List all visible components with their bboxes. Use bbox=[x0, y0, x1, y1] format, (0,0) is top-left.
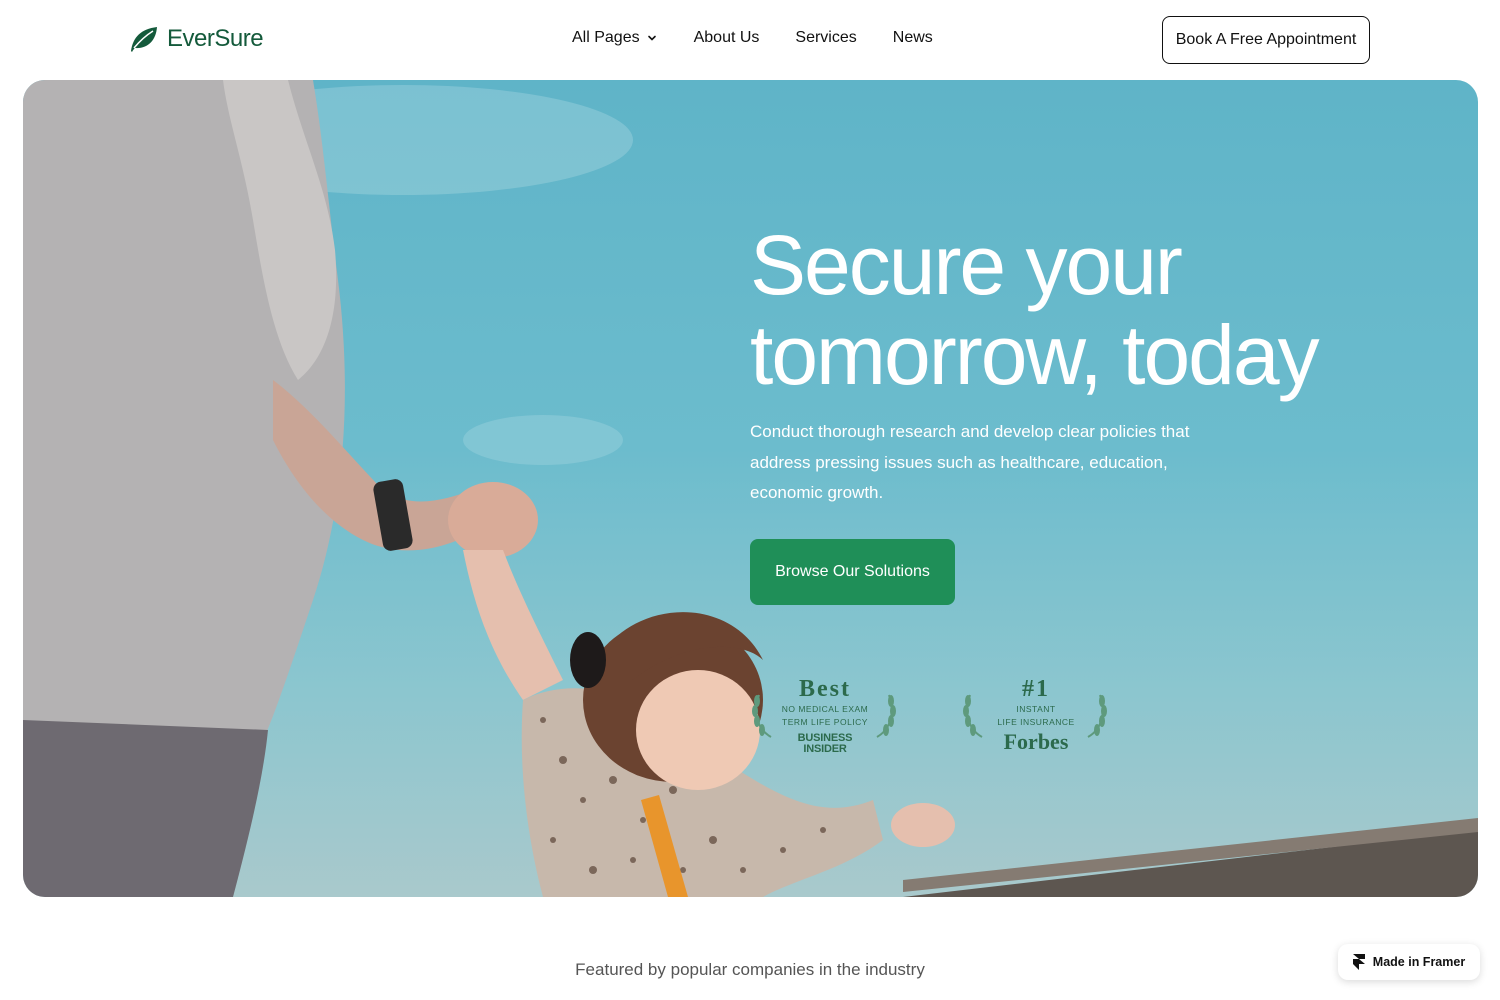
nav-menu: All Pages About Us Services News bbox=[572, 29, 933, 47]
brand-logo[interactable]: EverSure bbox=[129, 25, 264, 53]
award-line-1: NO MEDICAL EXAM bbox=[781, 704, 869, 714]
nav-item-services[interactable]: Services bbox=[795, 29, 856, 47]
framer-badge-label: Made in Framer bbox=[1372, 955, 1466, 969]
award-text: Best NO MEDICAL EXAM TERM LIFE POLICY BU… bbox=[769, 675, 881, 755]
award-headline: #1 bbox=[1022, 676, 1050, 702]
nav-item-all-pages[interactable]: All Pages bbox=[572, 29, 658, 47]
laurel-icon bbox=[876, 694, 896, 738]
nav-item-label: Services bbox=[795, 29, 857, 46]
award-brand-line-2: INSIDER bbox=[803, 743, 847, 755]
chevron-down-icon bbox=[647, 35, 656, 41]
laurel-icon bbox=[1087, 694, 1107, 738]
nav-item-news[interactable]: News bbox=[893, 29, 933, 47]
nav-item-label: News bbox=[892, 29, 933, 46]
award-line-2: LIFE INSURANCE bbox=[997, 717, 1075, 727]
nav-item-about-us[interactable]: About Us bbox=[694, 29, 760, 47]
top-nav: EverSure All Pages About Us Services New… bbox=[0, 0, 1500, 80]
browse-solutions-button[interactable]: Browse Our Solutions bbox=[750, 539, 955, 605]
award-text: #1 INSTANT LIFE INSURANCE Forbes bbox=[980, 675, 1092, 755]
nav-item-label: All Pages bbox=[572, 29, 640, 46]
award-brand: Forbes bbox=[1003, 729, 1069, 754]
hero-title-line-2: tomorrow, today bbox=[750, 308, 1320, 402]
brand-name: EverSure bbox=[167, 25, 264, 52]
hero-section: Secure your tomorrow, today Conduct thor… bbox=[23, 80, 1478, 897]
framer-icon bbox=[1352, 954, 1365, 970]
award-line-2: TERM LIFE POLICY bbox=[782, 717, 868, 727]
leaf-icon bbox=[131, 27, 157, 52]
hero-title: Secure your tomorrow, today bbox=[750, 220, 1430, 400]
nav-item-label: About Us bbox=[693, 29, 760, 46]
featured-by-text: Featured by popular companies in the ind… bbox=[575, 960, 925, 979]
award-forbes: #1 INSTANT LIFE INSURANCE Forbes bbox=[956, 675, 1116, 765]
made-in-framer-badge[interactable]: Made in Framer bbox=[1338, 944, 1480, 980]
hero-subtitle: Conduct thorough research and develop cl… bbox=[750, 422, 1190, 502]
book-appointment-button[interactable]: Book A Free Appointment bbox=[1162, 16, 1370, 64]
award-line-1: INSTANT bbox=[1016, 704, 1056, 714]
award-headline: Best bbox=[799, 676, 851, 702]
hero-title-line-1: Secure your bbox=[750, 218, 1183, 312]
award-business-insider: Best NO MEDICAL EXAM TERM LIFE POLICY BU… bbox=[745, 675, 905, 765]
